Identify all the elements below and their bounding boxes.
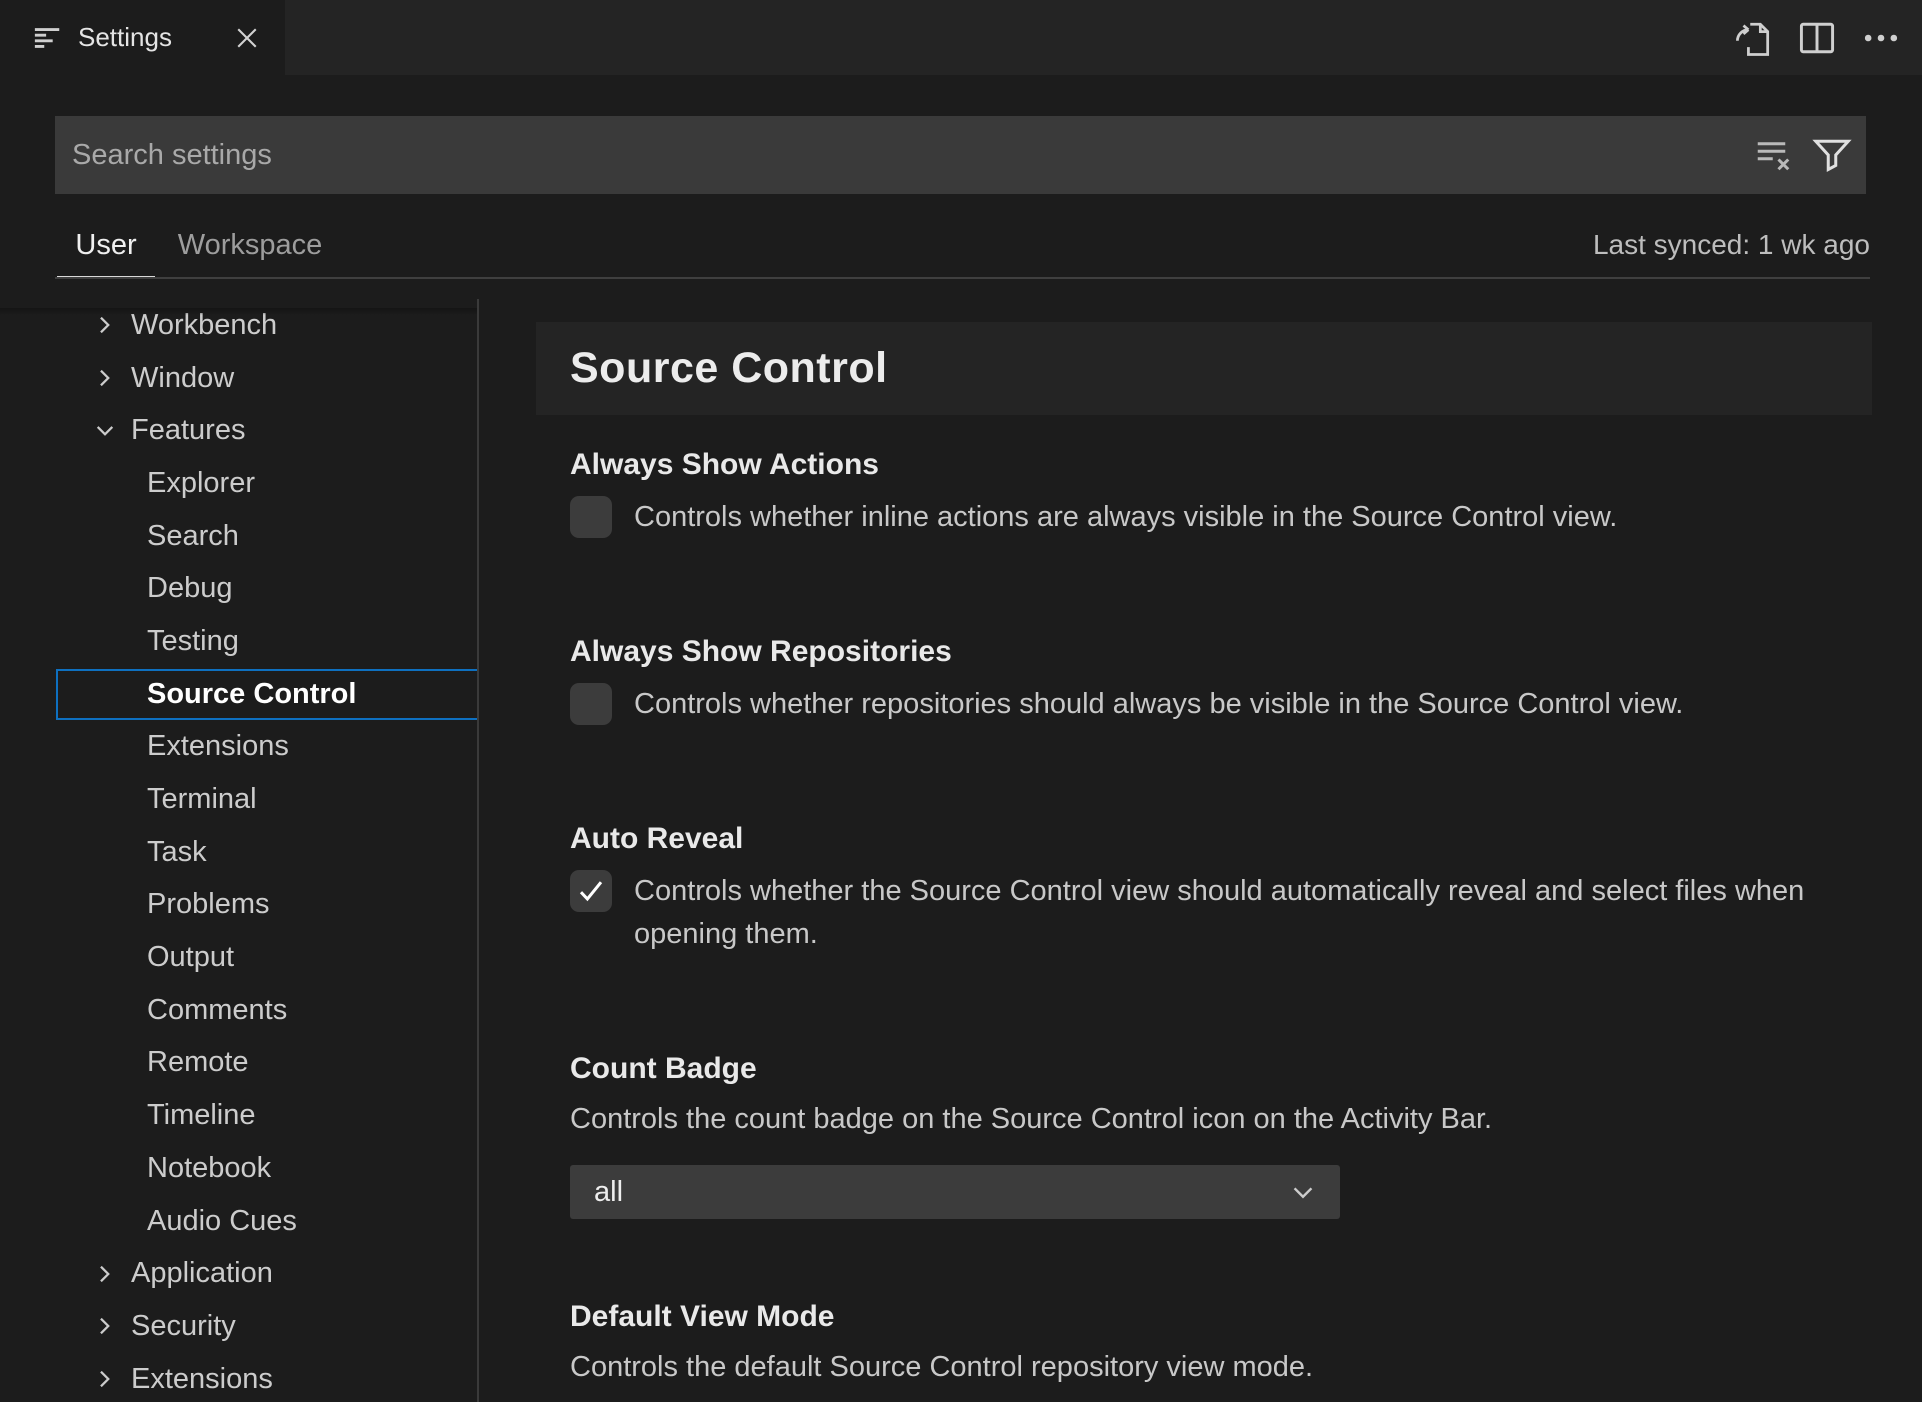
split-editor-icon[interactable] [1794,15,1840,61]
toc-item-label: Search [147,519,239,552]
toc-item-label: Notebook [147,1151,272,1184]
toc-item-notebook[interactable]: Notebook [0,1142,477,1195]
toc-item-timeline[interactable]: Timeline [0,1089,477,1142]
toc-item-label: Remote [147,1046,249,1079]
close-icon[interactable] [229,20,265,56]
setting-default-view-mode: Default View Mode Controls the default So… [570,1300,1872,1389]
last-synced-status: Last synced: 1 wk ago [1592,229,1870,260]
toc-item-extensions[interactable]: Extensions [0,721,477,774]
sidebar-divider[interactable] [477,299,479,1402]
setting-description: Controls whether repositories should alw… [634,688,1684,720]
setting-always-show-actions: Always Show Actions Controls whether inli… [570,448,1872,539]
toc-item-debug[interactable]: Debug [0,562,477,615]
toc-item-label: Source Control [147,677,357,710]
tab-settings[interactable]: Settings [0,0,285,75]
toc-item-label: Extensions [131,1362,273,1395]
tab-label: Settings [78,22,172,52]
checkbox-checked[interactable] [570,870,612,912]
setting-description: Controls whether inline actions are alwa… [634,501,1618,533]
scope-separator [55,277,1870,279]
setting-auto-reveal: Auto Reveal Controls whether the Source C… [570,822,1872,956]
clear-search-results-icon[interactable] [1752,133,1796,177]
setting-title: Always Show Actions [570,448,879,481]
chevron-right-icon[interactable] [92,312,118,338]
section-header-band: Source Control [536,322,1872,415]
toc-item-workbench[interactable]: Workbench [0,299,477,352]
open-settings-json-icon[interactable] [1730,15,1776,61]
toc-item-search[interactable]: Search [0,510,477,563]
setting-title: Auto Reveal [570,822,744,855]
settings-list: Always Show Actions Controls whether inli… [570,415,1872,1402]
editor-tab-bar: Settings [0,0,1922,75]
search-placeholder: Search settings [72,138,272,171]
toc-item-extensions[interactable]: Extensions [0,1353,477,1402]
chevron-right-icon[interactable] [92,1366,118,1392]
toc-item-label: Problems [147,888,270,921]
chevron-right-icon[interactable] [92,1313,118,1339]
toc-item-label: Task [147,835,207,868]
toc-item-label: Testing [147,624,239,657]
toc-item-label: Audio Cues [147,1204,297,1237]
toc-item-label: Output [147,941,235,974]
checkbox-unchecked[interactable] [570,683,612,725]
setting-description: Controls the default Source Control repo… [570,1351,1314,1383]
settings-toc-tree: Workbench Window Features Explorer Search Deb… [0,299,477,1402]
setting-description: Controls whether the Source Control view… [634,875,1805,950]
toc-item-output[interactable]: Output [0,931,477,984]
checkbox-unchecked[interactable] [570,496,612,538]
toc-item-label: Extensions [147,730,289,763]
settings-list-icon [33,23,63,53]
setting-title: Count Badge [570,1052,757,1085]
toc-item-label: Security [131,1309,236,1342]
toc-item-label: Timeline [147,1099,256,1132]
settings-search-input[interactable]: Search settings [55,116,1866,194]
toc-item-source-control[interactable]: Source Control [0,668,477,721]
toc-item-features[interactable]: Features [0,404,477,457]
page-title: Source Control [570,344,888,392]
toc-item-label: Explorer [147,466,255,499]
toc-item-label: Terminal [147,783,257,816]
setting-title: Default View Mode [570,1300,835,1333]
chevron-right-icon[interactable] [92,1261,118,1287]
toc-item-audio-cues[interactable]: Audio Cues [0,1195,477,1248]
chevron-down-icon[interactable] [92,418,118,444]
toc-item-explorer[interactable]: Explorer [0,457,477,510]
tab-workspace[interactable]: Workspace [160,215,340,275]
chevron-right-icon[interactable] [92,365,118,391]
toc-item-security[interactable]: Security [0,1300,477,1353]
toc-item-comments[interactable]: Comments [0,984,477,1037]
toc-item-window[interactable]: Window [0,352,477,405]
toc-item-application[interactable]: Application [0,1247,477,1300]
toc-item-label: Workbench [131,308,278,341]
chevron-down-icon [1288,1178,1318,1208]
setting-title: Always Show Repositories [570,635,952,668]
toc-item-label: Debug [147,572,233,605]
setting-description: Controls the count badge on the Source C… [570,1103,1493,1135]
toc-item-testing[interactable]: Testing [0,615,477,668]
toc-item-label: Comments [147,993,288,1026]
dropdown-count-badge[interactable]: all [570,1165,1340,1219]
tab-user[interactable]: User [57,215,155,275]
toc-item-label: Features [131,414,246,447]
toc-item-task[interactable]: Task [0,826,477,879]
settings-scope-row: User Workspace Last synced: 1 wk ago [0,215,1922,279]
setting-count-badge: Count Badge Controls the count badge on t… [570,1052,1872,1219]
toc-item-remote[interactable]: Remote [0,1037,477,1090]
toc-item-terminal[interactable]: Terminal [0,773,477,826]
setting-always-show-repositories: Always Show Repositories Controls whether… [570,635,1872,726]
more-actions-icon[interactable] [1858,15,1904,61]
toc-item-problems[interactable]: Problems [0,879,477,932]
dropdown-value: all [594,1175,624,1208]
editor-actions [1730,0,1904,75]
toc-item-label: Window [131,361,235,394]
toc-item-label: Application [131,1257,273,1290]
filter-icon[interactable] [1810,133,1854,177]
